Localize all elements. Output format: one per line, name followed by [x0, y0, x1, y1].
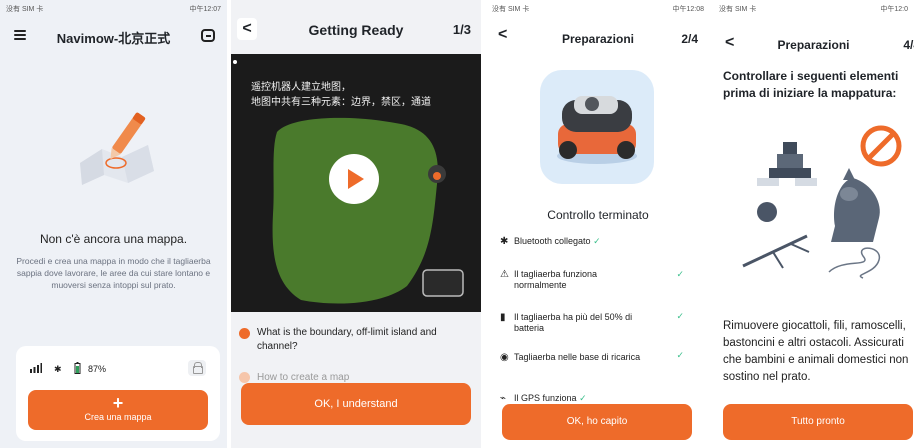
obstacles-illustration	[742, 125, 902, 279]
warning-icon: ⚠	[500, 269, 509, 280]
check-icon: ✓	[579, 393, 587, 403]
carrier-text: 没有 SIM 卡	[6, 6, 44, 13]
preparation-check-screen: 没有 SIM 卡 中午12:08 < Preparazioni 2/4 Cont…	[486, 0, 710, 448]
empty-map-description: Procedi e crea una mappa in modo che il …	[16, 256, 211, 290]
status-bar: 没有 SIM 卡 中午12:0	[719, 4, 908, 14]
mower-image	[540, 70, 654, 184]
signal-icon	[30, 363, 42, 373]
page-title: Getting Ready	[308, 22, 404, 38]
map-illustration	[80, 112, 154, 185]
step-indicator: 4/4	[903, 38, 914, 52]
clock-text: 中午12:0	[880, 6, 908, 13]
page-title: Preparazioni	[777, 38, 850, 52]
check-item: ▮ Il tagliaerba ha più del 50% di batter…	[500, 312, 644, 334]
clock-text: 中午12:07	[189, 6, 221, 13]
video-caption-line2: 地图中共有三种元素：边界，禁区，通道	[251, 97, 431, 108]
bullet-icon	[239, 328, 250, 339]
check-icon: ✓	[676, 350, 684, 360]
getting-ready-screen: < Getting Ready 1/3 遥控机器人建立地图， 地图中共有三种元素…	[231, 0, 481, 448]
create-map-label: Crea una mappa	[84, 412, 152, 422]
bluetooth-icon: ✱	[500, 236, 509, 247]
check-item: ⌁ Il GPS funziona ✓	[500, 393, 587, 404]
device-title[interactable]: Navimow-北京正式	[0, 28, 227, 47]
lock-icon[interactable]	[188, 360, 206, 376]
carrier-text: 没有 SIM 卡	[719, 6, 757, 13]
preparation-checklist-screen: 没有 SIM 卡 中午12:0 < Preparazioni 4/4 Contr…	[713, 0, 914, 448]
plus-icon: +	[112, 393, 124, 413]
video-caption: 遥控机器人建立地图， 地图中共有三种元素：边界，禁区，通道	[251, 80, 431, 110]
message-icon[interactable]	[201, 29, 215, 42]
check-label: Tagliaerba nelle base di ricarica	[514, 352, 641, 362]
check-label: Il tagliaerba ha più del 50% di batteria	[514, 312, 633, 333]
carrier-text: 没有 SIM 卡	[492, 6, 530, 13]
battery-icon	[74, 362, 81, 374]
clock-text: 中午12:08	[672, 6, 704, 13]
empty-map-heading: Non c'è ancora una mappa.	[39, 232, 188, 246]
video-caption-line1: 遥控机器人建立地图，	[251, 82, 351, 93]
understand-button[interactable]: OK, I understand	[241, 383, 471, 425]
step-indicator: 2/4	[681, 32, 698, 46]
screens-strip: 没有 SIM 卡 中午12:07 Navimow-北京正式 Non c'è an…	[0, 0, 914, 448]
check-item: ✱ Bluetooth collegato ✓	[500, 236, 601, 247]
check-icon: ✓	[676, 311, 684, 321]
check-complete-heading: Controllo terminato	[547, 208, 649, 222]
check-label: Bluetooth collegato	[514, 236, 591, 246]
gps-icon: ⌁	[500, 393, 507, 404]
bullet-icon	[239, 372, 250, 383]
checklist-body: Rimuovere giocattoli, fili, ramoscelli, …	[723, 320, 909, 383]
check-item: ◉ Tagliaerba nelle base di ricarica	[500, 352, 644, 363]
check-icon: ✓	[676, 269, 684, 279]
check-icon: ✓	[593, 236, 601, 246]
step-indicator: 1/3	[452, 22, 471, 37]
page-title: Preparazioni	[561, 32, 635, 46]
status-bar: 没有 SIM 卡 中午12:08	[492, 4, 704, 14]
bluetooth-icon: ✱	[54, 364, 62, 374]
faq-create-map[interactable]: How to create a map	[257, 372, 349, 383]
location-icon: ◉	[500, 352, 509, 363]
battery-percentage: 87%	[88, 364, 107, 374]
battery-icon: ▮	[500, 312, 506, 323]
got-it-button[interactable]: OK, ho capito	[502, 404, 692, 440]
status-bar: 没有 SIM 卡 中午12:07	[6, 4, 221, 14]
play-icon[interactable]	[329, 154, 379, 204]
checklist-heading: Controllare i seguenti elementi prima di…	[723, 69, 899, 100]
home-screen: 没有 SIM 卡 中午12:07 Navimow-北京正式 Non c'è an…	[0, 0, 227, 448]
faq-boundary[interactable]: What is the boundary, off-limit island a…	[257, 326, 462, 354]
device-card: ✱ 87% + Crea una mappa	[16, 346, 220, 441]
create-map-button[interactable]: + Crea una mappa	[28, 390, 208, 430]
check-item: ⚠ Il tagliaerba funziona normalmente	[500, 269, 644, 291]
check-label: Il GPS funziona	[514, 393, 577, 403]
tutorial-video[interactable]: 遥控机器人建立地图， 地图中共有三种元素：边界，禁区，通道	[231, 54, 481, 312]
top-bar: Navimow-北京正式	[0, 24, 227, 50]
check-label: Il tagliaerba funziona normalmente	[514, 269, 598, 290]
ready-button[interactable]: Tutto pronto	[723, 404, 913, 440]
